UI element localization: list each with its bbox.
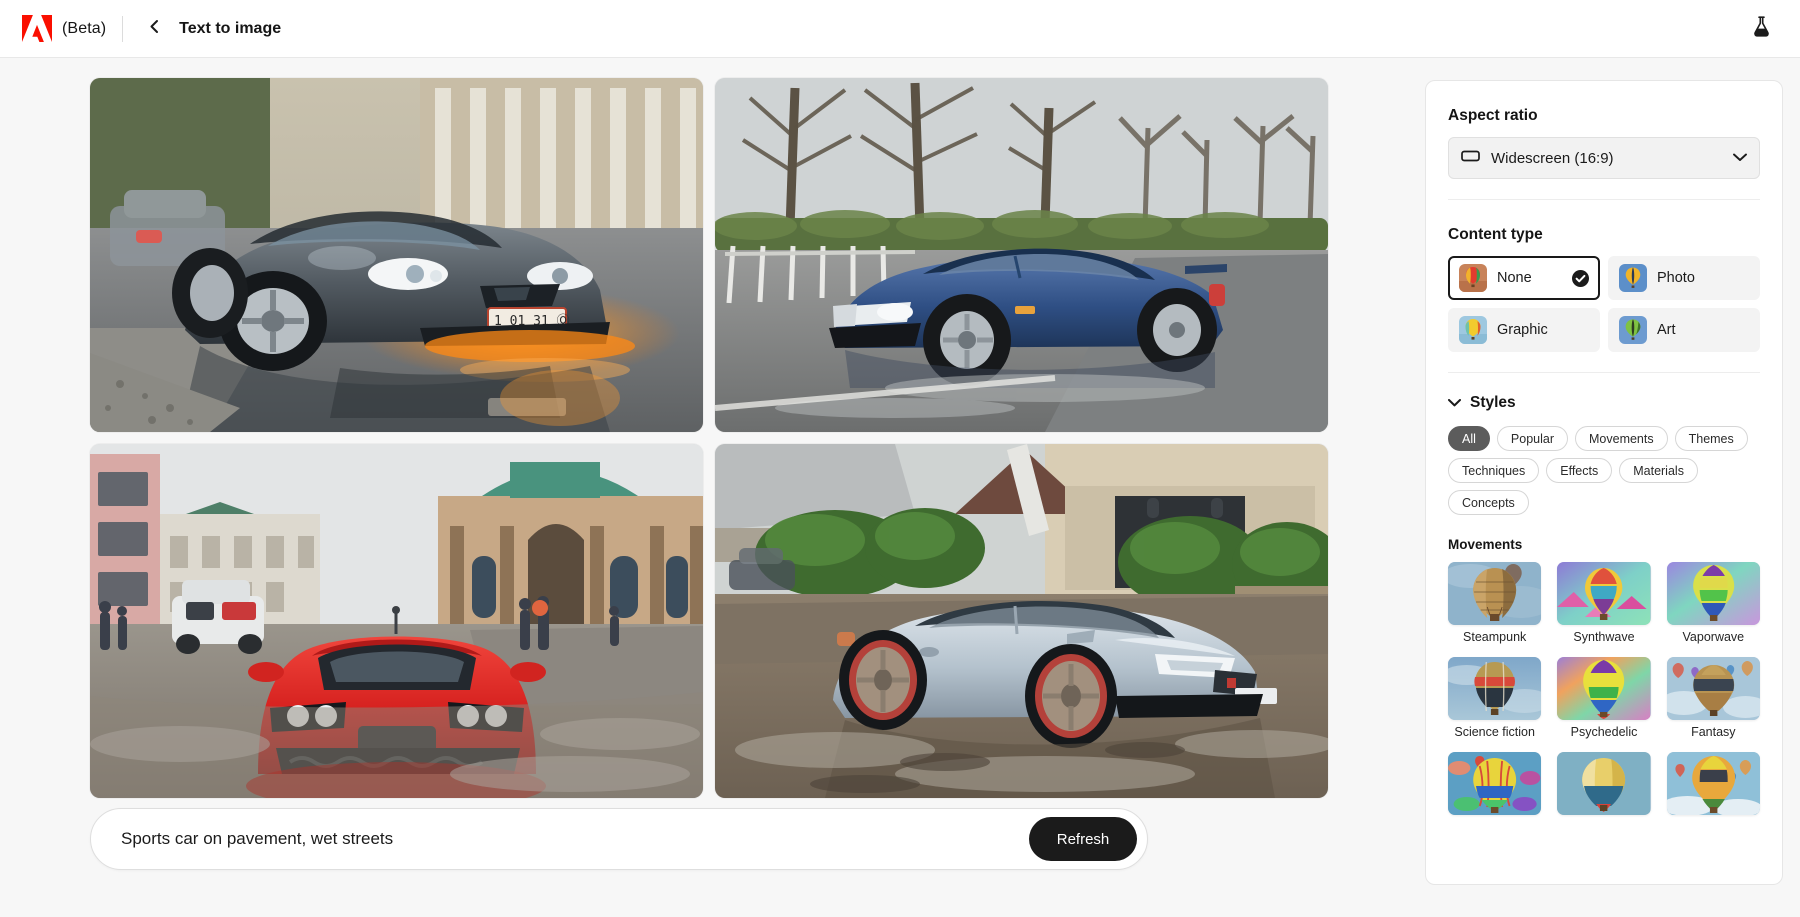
style-option-synthwave[interactable]: Synthwave [1557, 562, 1651, 644]
check-circle-icon [1572, 269, 1589, 287]
balloon-thumbnail-science-fiction [1448, 657, 1542, 720]
result-image-2[interactable] [715, 78, 1328, 432]
aspect-ratio-title: Aspect ratio [1448, 107, 1538, 124]
aspect-ratio-select[interactable]: Widescreen (16:9) [1448, 137, 1760, 179]
widescreen-icon [1461, 149, 1480, 168]
style-option-science-fiction[interactable]: Science fiction [1448, 657, 1542, 739]
styles-title: Styles [1470, 394, 1516, 411]
style-label: Steampunk [1463, 630, 1527, 644]
balloon-thumbnail-steampunk [1448, 562, 1542, 625]
result-image-3[interactable] [90, 444, 703, 798]
content-type-option-none[interactable]: None [1448, 256, 1600, 300]
style-option-vaporwave[interactable]: Vaporwave [1666, 562, 1760, 644]
divider [1448, 199, 1760, 200]
balloon-thumbnail-art [1619, 316, 1647, 344]
style-group-title: Movements [1448, 537, 1523, 552]
style-option-7[interactable] [1448, 752, 1542, 820]
style-option-fantasy[interactable]: Fantasy [1666, 657, 1760, 739]
balloon-thumbnail-9 [1666, 752, 1760, 815]
style-filter-techniques[interactable]: Techniques [1448, 458, 1540, 483]
style-filter-popular[interactable]: Popular [1496, 426, 1568, 451]
style-thumbnail-grid: Steampunk Synthwave Vaporwave Science fi… [1448, 562, 1760, 820]
result-image-1[interactable]: 1 01 31 Ⓞ [90, 78, 703, 432]
content-type-option-photo[interactable]: Photo [1608, 256, 1760, 300]
content-type-label: None [1497, 270, 1532, 286]
results-canvas: 1 01 31 Ⓞ Sports car on pavement, wet st… [0, 58, 1425, 917]
balloon-thumbnail-fantasy [1666, 657, 1760, 720]
style-option-9[interactable] [1666, 752, 1760, 820]
style-label: Synthwave [1573, 630, 1635, 644]
content-type-label: Photo [1657, 270, 1695, 286]
styles-section-toggle[interactable]: Styles [1448, 394, 1760, 412]
balloon-thumbnail-none [1459, 264, 1487, 292]
style-filter-themes[interactable]: Themes [1674, 426, 1748, 451]
results-grid: 1 01 31 Ⓞ [90, 78, 1330, 798]
beta-label: (Beta) [62, 19, 107, 37]
style-label: Fantasy [1691, 725, 1736, 739]
style-label: Vaporwave [1682, 630, 1745, 644]
divider [1448, 372, 1760, 373]
style-filter-materials[interactable]: Materials [1619, 458, 1698, 483]
style-option-8[interactable] [1557, 752, 1651, 820]
balloon-thumbnail-7 [1448, 752, 1542, 815]
back-button[interactable] [139, 14, 169, 44]
prompt-input[interactable] [119, 828, 1029, 850]
settings-panel: Aspect ratio Widescreen (16:9) Content t… [1425, 80, 1783, 885]
refresh-button[interactable]: Refresh [1029, 817, 1137, 861]
balloon-thumbnail-8 [1557, 752, 1651, 815]
content-type-grid: None Photo Graphic Art [1448, 256, 1760, 352]
lab-features-button[interactable] [1744, 12, 1778, 46]
balloon-thumbnail-photo [1619, 264, 1647, 292]
page-title: Text to image [179, 19, 282, 37]
chevron-down-icon [1733, 149, 1747, 167]
content-type-option-art[interactable]: Art [1608, 308, 1760, 352]
adobe-logo [22, 15, 52, 42]
style-option-steampunk[interactable]: Steampunk [1448, 562, 1542, 644]
style-filter-all[interactable]: All [1448, 426, 1490, 451]
content-type-title: Content type [1448, 226, 1543, 243]
style-option-psychedelic[interactable]: Psychedelic [1557, 657, 1651, 739]
style-label: Psychedelic [1570, 725, 1638, 739]
aspect-ratio-value: Widescreen (16:9) [1491, 149, 1614, 167]
settings-panel-scroll[interactable]: Aspect ratio Widescreen (16:9) Content t… [1426, 81, 1782, 884]
content-type-label: Art [1657, 322, 1676, 338]
chevron-left-icon [148, 19, 161, 39]
flask-icon [1752, 15, 1771, 42]
brand: (Beta) [22, 15, 106, 42]
content-type-option-graphic[interactable]: Graphic [1448, 308, 1600, 352]
chevron-down-icon [1448, 394, 1461, 412]
divider [122, 15, 124, 42]
balloon-thumbnail-vaporwave [1666, 562, 1760, 625]
balloon-thumbnail-graphic [1459, 316, 1487, 344]
top-bar: (Beta) Text to image [0, 0, 1800, 58]
style-filter-chips: All Popular Movements Themes Techniques … [1448, 426, 1760, 515]
result-image-4[interactable] [715, 444, 1328, 798]
style-filter-concepts[interactable]: Concepts [1448, 490, 1529, 515]
prompt-bar: Refresh [90, 808, 1148, 870]
style-filter-movements[interactable]: Movements [1575, 426, 1668, 451]
content-type-label: Graphic [1497, 322, 1548, 338]
balloon-thumbnail-psychedelic [1557, 657, 1651, 720]
style-filter-effects[interactable]: Effects [1546, 458, 1613, 483]
balloon-thumbnail-synthwave [1557, 562, 1651, 625]
style-label: Science fiction [1454, 725, 1535, 739]
